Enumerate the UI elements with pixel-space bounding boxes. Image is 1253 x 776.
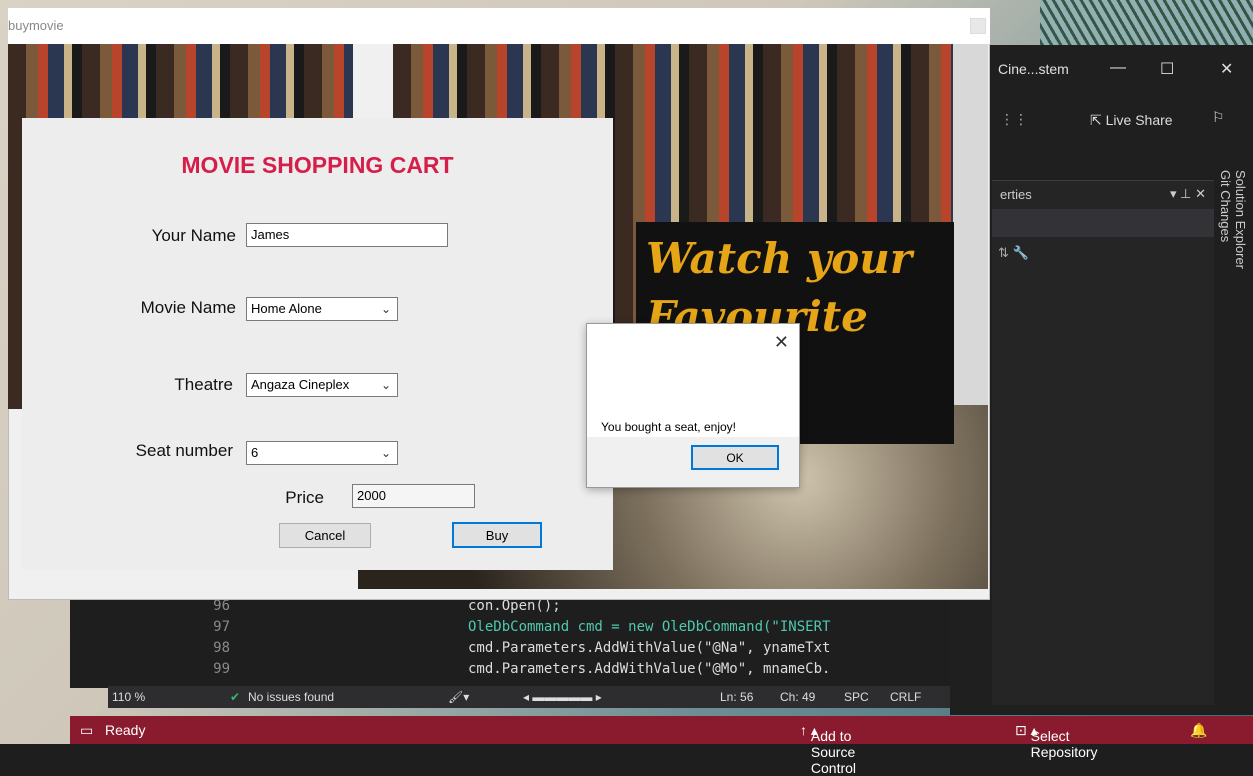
vs-status-bar: ▭ Ready ↑ Add to Source Control ▴ ⊡ Sele… [70, 716, 1253, 776]
movie-name-label: Movie Name [140, 298, 236, 317]
add-source-control-button[interactable]: ↑ Add to Source Control ▴ [800, 722, 856, 776]
close-icon[interactable]: ✕ [1220, 59, 1233, 79]
select-repository-button[interactable]: ⊡ Select Repository ▴ [1015, 722, 1098, 760]
whitespace-indicator[interactable]: SPC [844, 690, 869, 704]
code-line[interactable]: OleDbCommand cmd = new OleDbCommand("INS… [468, 619, 830, 635]
panel-controls-icon[interactable]: ▾ ⊥ ✕ [1170, 186, 1206, 202]
seat-number-value: 6 [251, 445, 259, 460]
your-name-input[interactable]: James [246, 223, 448, 247]
chevron-down-icon: ⌄ [380, 378, 391, 392]
line-number: 96 [213, 598, 230, 614]
movie-name-select[interactable]: Home Alone ⌄ [246, 297, 398, 321]
window-close-button[interactable] [970, 18, 986, 34]
window-title: buymovie [8, 18, 64, 33]
issues-status[interactable]: No issues found [248, 690, 334, 704]
line-number: 99 [213, 661, 230, 677]
seat-number-select[interactable]: 6 ⌄ [246, 441, 398, 465]
movie-name-value: Home Alone [251, 301, 322, 316]
maximize-icon[interactable]: ☐ [1160, 59, 1174, 79]
window-background-strip [953, 44, 988, 409]
your-name-label: Your Name [151, 226, 236, 245]
price-label: Price [285, 488, 324, 507]
ready-icon: ▭ [80, 722, 94, 738]
message-text: You bought a seat, enjoy! [601, 420, 736, 434]
cancel-button[interactable]: Cancel [279, 523, 371, 548]
buy-button[interactable]: Buy [452, 522, 542, 548]
theatre-select[interactable]: Angaza Cineplex ⌄ [246, 373, 398, 397]
vs-toolbar: ⋮⋮ ⇱ Live Share ⚐ [990, 97, 1253, 147]
properties-object-combo[interactable] [992, 209, 1214, 237]
code-line[interactable]: cmd.Parameters.AddWithValue("@Mo", mname… [468, 661, 830, 677]
line-ending-indicator[interactable]: CRLF [890, 690, 921, 704]
seat-number-label: Seat number [135, 441, 233, 460]
message-box: ✕ You bought a seat, enjoy! OK [586, 323, 800, 488]
properties-header: erties ▾ ⊥ ✕ [992, 181, 1214, 207]
select-repo-label: Select Repository [1030, 728, 1098, 760]
tab-git-changes[interactable]: Git Changes [1218, 170, 1233, 396]
chevron-down-icon: ⌄ [380, 302, 391, 316]
editor-status-bar: 110 % ✔ No issues found 🖌▾ ◂ ▬▬▬▬▬ ▸ Ln:… [108, 686, 950, 708]
check-icon: ✔ [230, 690, 241, 704]
line-indicator: Ln: 56 [720, 690, 754, 704]
code-line[interactable]: cmd.Parameters.AddWithValue("@Na", yname… [468, 640, 830, 656]
column-indicator: Ch: 49 [780, 690, 816, 704]
feedback-icon[interactable]: ⚐ [1212, 109, 1225, 126]
price-field[interactable]: 2000 [352, 484, 475, 508]
cleanup-icon[interactable]: 🖌▾ [448, 690, 469, 704]
sort-icon[interactable]: ⇅ 🔧 [998, 245, 1029, 261]
horizontal-scrollbar[interactable]: ◂ ▬▬▬▬▬ ▸ [523, 690, 602, 704]
add-source-label: Add to Source Control [810, 728, 857, 776]
buymovie-titlebar: buymovie [8, 8, 990, 44]
grip-icon: ⋮⋮ [1000, 111, 1028, 127]
form-heading: MOVIE SHOPPING CART [181, 152, 454, 178]
properties-title: erties [1000, 187, 1032, 202]
vs-solution-title: Cine...stem [998, 61, 1069, 77]
close-icon[interactable]: ✕ [774, 332, 789, 353]
properties-panel: erties ▾ ⊥ ✕ ⇅ 🔧 [992, 180, 1214, 705]
live-share-button[interactable]: ⇱ Live Share [1090, 112, 1173, 129]
chevron-down-icon: ⌄ [380, 446, 391, 460]
line-number: 98 [213, 640, 230, 656]
vs-side-tabs: Solution Explorer Git Changes [1218, 170, 1248, 410]
vs-titlebar: Cine...stem — ☐ ✕ [990, 45, 1253, 97]
ready-status: Ready [105, 722, 146, 738]
minimize-icon[interactable]: — [1110, 59, 1126, 77]
code-line[interactable]: con.Open(); [468, 598, 561, 614]
zoom-level[interactable]: 110 % [112, 690, 145, 704]
tab-solution-explorer[interactable]: Solution Explorer [1233, 170, 1248, 396]
theatre-value: Angaza Cineplex [251, 377, 350, 392]
ok-button[interactable]: OK [691, 445, 779, 470]
live-share-label: Live Share [1105, 112, 1173, 128]
line-number: 97 [213, 619, 230, 635]
code-editor[interactable]: 96 con.Open(); 97 OleDbCommand cmd = new… [70, 598, 950, 688]
share-icon: ⇱ [1090, 112, 1106, 128]
notifications-icon[interactable]: 🔔 [1190, 722, 1207, 739]
theatre-label: Theatre [174, 375, 233, 394]
